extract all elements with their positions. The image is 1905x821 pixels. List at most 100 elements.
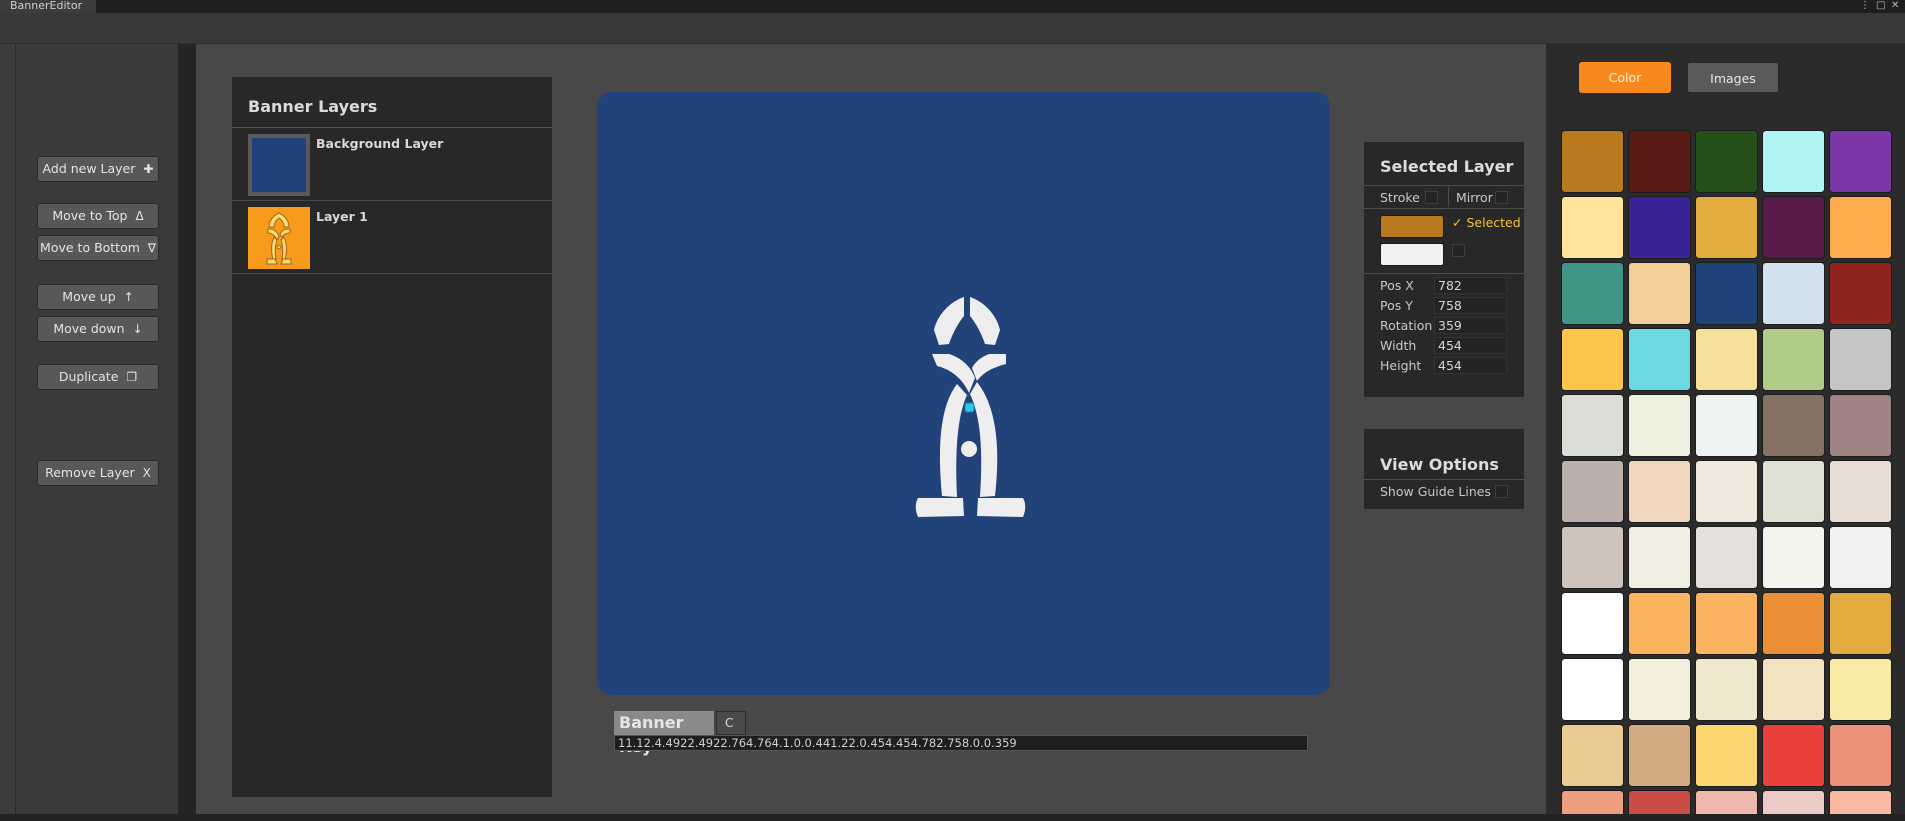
- color-swatch[interactable]: [1762, 262, 1825, 325]
- color-swatch[interactable]: [1695, 328, 1758, 391]
- prop-input-height[interactable]: 454: [1434, 357, 1507, 374]
- banner-key-input[interactable]: 11.12.4.4922.4922.764.764.1.0.0.441.22.0…: [614, 735, 1308, 751]
- color-swatch[interactable]: [1829, 196, 1892, 259]
- color-swatch[interactable]: [1561, 328, 1624, 391]
- move-to-bottom-button[interactable]: Move to Bottom ∇: [37, 235, 159, 261]
- color-swatch[interactable]: [1762, 790, 1825, 814]
- tab-color[interactable]: Color: [1579, 62, 1671, 93]
- color-swatch[interactable]: [1695, 196, 1758, 259]
- color-swatch[interactable]: [1628, 460, 1691, 523]
- tool-button-label: Move down: [53, 321, 125, 336]
- color-swatch[interactable]: [1695, 262, 1758, 325]
- color-swatch[interactable]: [1762, 328, 1825, 391]
- color-swatch[interactable]: [1561, 592, 1624, 655]
- secondary-color-swatch[interactable]: [1380, 243, 1444, 266]
- color-swatch[interactable]: [1695, 394, 1758, 457]
- title-bar: BannerEditor ⋮ □ ✕: [0, 0, 1905, 13]
- duplicate-icon: ❐: [126, 370, 138, 384]
- color-swatch[interactable]: [1561, 658, 1624, 721]
- prop-input-rotation[interactable]: 359: [1434, 317, 1507, 334]
- show-guide-lines-checkbox[interactable]: [1495, 485, 1508, 498]
- color-swatch[interactable]: [1695, 526, 1758, 589]
- color-swatch[interactable]: [1628, 130, 1691, 193]
- color-swatch[interactable]: [1829, 130, 1892, 193]
- color-swatch[interactable]: [1628, 196, 1691, 259]
- color-swatch[interactable]: [1628, 262, 1691, 325]
- pivot-handle[interactable]: [964, 402, 975, 413]
- add-new-layer-button[interactable]: Add new Layer ✚: [37, 156, 159, 182]
- color-swatch[interactable]: [1762, 592, 1825, 655]
- prop-label: Pos Y: [1380, 298, 1413, 313]
- color-swatch[interactable]: [1561, 460, 1624, 523]
- color-swatch[interactable]: [1829, 328, 1892, 391]
- color-swatch[interactable]: [1829, 592, 1892, 655]
- color-swatch[interactable]: [1829, 724, 1892, 787]
- color-swatch[interactable]: [1829, 790, 1892, 814]
- color-swatch[interactable]: [1762, 658, 1825, 721]
- move-up-button[interactable]: Move up ↑: [37, 284, 159, 310]
- stroke-label: Stroke: [1380, 190, 1420, 205]
- triangle-down-icon: ∇: [147, 241, 156, 255]
- divider: [1448, 187, 1449, 207]
- close-icon[interactable]: ✕: [1891, 0, 1899, 11]
- color-swatch[interactable]: [1561, 262, 1624, 325]
- color-swatch[interactable]: [1628, 592, 1691, 655]
- layer-name: Background Layer: [316, 136, 444, 151]
- primary-color-swatch[interactable]: [1380, 215, 1444, 238]
- color-swatch[interactable]: [1762, 724, 1825, 787]
- color-swatch[interactable]: [1829, 460, 1892, 523]
- color-swatch[interactable]: [1762, 130, 1825, 193]
- color-swatch[interactable]: [1695, 460, 1758, 523]
- color-swatch[interactable]: [1695, 130, 1758, 193]
- prop-input-pos-x[interactable]: 782: [1434, 277, 1507, 294]
- color-swatch[interactable]: [1561, 196, 1624, 259]
- window-title-tab[interactable]: BannerEditor: [0, 0, 96, 13]
- color-swatch[interactable]: [1695, 790, 1758, 814]
- banner-layers-title: Banner Layers: [248, 97, 378, 116]
- color-swatch[interactable]: [1628, 328, 1691, 391]
- mirror-checkbox[interactable]: [1495, 191, 1508, 204]
- banner-canvas[interactable]: [597, 92, 1330, 695]
- copy-key-button[interactable]: C: [716, 711, 746, 735]
- secondary-color-checkbox[interactable]: [1452, 244, 1465, 257]
- prop-label: Rotation: [1380, 318, 1433, 333]
- color-swatch[interactable]: [1762, 526, 1825, 589]
- move-down-button[interactable]: Move down ↓: [37, 316, 159, 342]
- duplicate-button[interactable]: Duplicate ❐: [37, 364, 159, 390]
- tools-scrollbar[interactable]: [178, 44, 196, 814]
- selected-toggle[interactable]: ✓ Selected: [1452, 215, 1521, 230]
- color-swatch[interactable]: [1628, 658, 1691, 721]
- menu-dots-icon[interactable]: ⋮: [1860, 0, 1870, 11]
- remove-layer-button[interactable]: Remove Layer X: [37, 460, 159, 486]
- move-to-top-button[interactable]: Move to Top Δ: [37, 203, 159, 229]
- stroke-checkbox[interactable]: [1425, 191, 1438, 204]
- color-swatch[interactable]: [1829, 394, 1892, 457]
- color-swatch[interactable]: [1561, 394, 1624, 457]
- color-swatch[interactable]: [1829, 658, 1892, 721]
- color-swatch[interactable]: [1829, 526, 1892, 589]
- color-swatch[interactable]: [1762, 460, 1825, 523]
- banner-emblem-icon[interactable]: [597, 92, 1330, 695]
- color-swatch[interactable]: [1695, 592, 1758, 655]
- tab-images[interactable]: Images: [1687, 62, 1779, 93]
- color-swatch[interactable]: [1561, 526, 1624, 589]
- color-swatch[interactable]: [1628, 724, 1691, 787]
- arrow-down-icon: ↓: [132, 322, 143, 336]
- maximize-icon[interactable]: □: [1876, 0, 1885, 11]
- layer-row-layer-1[interactable]: Layer 1: [232, 201, 552, 274]
- layer-row-background[interactable]: Background Layer: [232, 128, 552, 201]
- selected-label: Selected: [1466, 215, 1521, 230]
- color-swatch[interactable]: [1561, 130, 1624, 193]
- color-swatch[interactable]: [1829, 262, 1892, 325]
- color-swatch[interactable]: [1561, 724, 1624, 787]
- color-swatch[interactable]: [1561, 790, 1624, 814]
- color-swatch[interactable]: [1628, 394, 1691, 457]
- color-swatch[interactable]: [1628, 526, 1691, 589]
- color-swatch[interactable]: [1695, 724, 1758, 787]
- color-swatch[interactable]: [1628, 790, 1691, 814]
- color-swatch[interactable]: [1695, 658, 1758, 721]
- color-swatch[interactable]: [1762, 394, 1825, 457]
- color-swatch[interactable]: [1762, 196, 1825, 259]
- prop-input-width[interactable]: 454: [1434, 337, 1507, 354]
- prop-input-pos-y[interactable]: 758: [1434, 297, 1507, 314]
